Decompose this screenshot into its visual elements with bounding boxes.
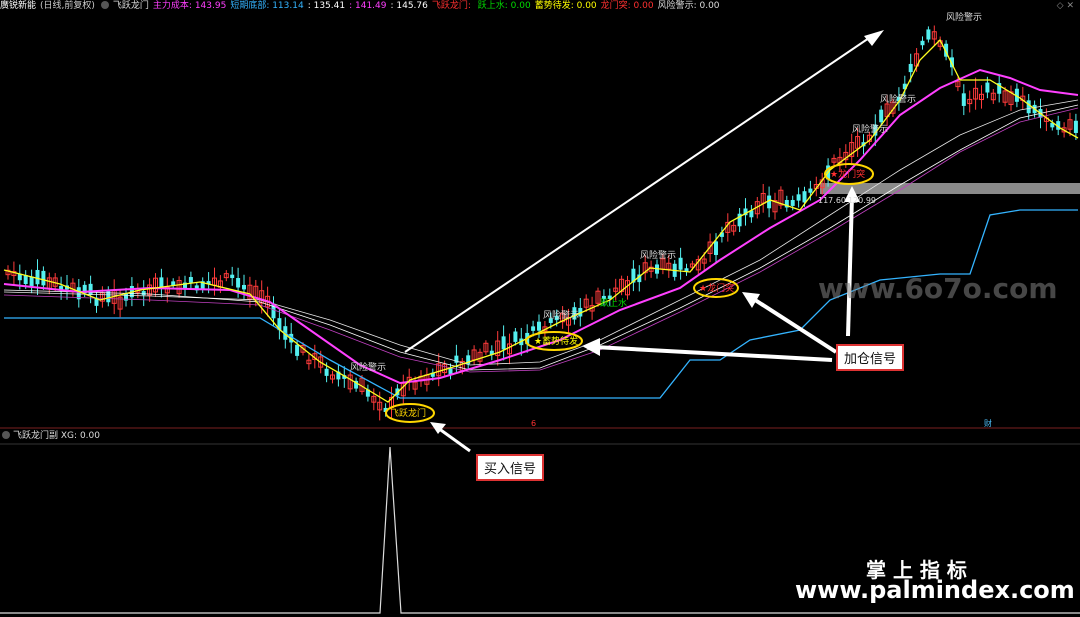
risk-label-4: 风险警示 (852, 123, 888, 135)
risk-label-2: 风险警示 (543, 309, 579, 321)
candle-body (808, 188, 813, 193)
candle-body (908, 63, 913, 73)
candle-body (1073, 120, 1078, 133)
candle-body (295, 344, 300, 356)
candle-body (230, 274, 235, 279)
watermark-site1: www.6o7o.com (818, 272, 1058, 305)
indicator-lines (3, 38, 1079, 403)
candle-body (537, 321, 541, 331)
candle-body (141, 291, 146, 296)
surge-label: ★蓄势待发 (534, 335, 578, 347)
highlight-band (820, 183, 1080, 194)
candle-body (29, 276, 34, 287)
candle-body (926, 29, 931, 40)
price-high-label: 120.99 (848, 196, 876, 205)
risk-label-6: 风险警示 (946, 11, 982, 23)
candle-body (802, 191, 807, 203)
risk-label-3: 风险警示 (640, 249, 676, 261)
candle-body (236, 278, 241, 288)
price-chart: 风险警示 风险警示 风险警示 风险警示 风险警示 风险警示 跃上水 ★蓄势待发 … (0, 11, 1080, 614)
candle-body (1026, 100, 1031, 114)
candle-body (714, 241, 718, 255)
leap-label: 飞跃龙门 (390, 407, 426, 419)
mark-6: 6 (531, 419, 536, 428)
candle-body (242, 284, 246, 290)
price-low-label: 117.60 (818, 196, 846, 205)
candle-body (188, 277, 193, 283)
trend-arrowhead (864, 30, 884, 46)
candle-body (501, 336, 506, 350)
risk-label-1: 风险警示 (350, 361, 386, 373)
candle-body (790, 200, 795, 206)
buy-signal-callout: 买入信号 (476, 454, 545, 481)
line-yellow-fast (3, 38, 1079, 403)
candle-body (796, 194, 801, 201)
watermark-site2: www.palmindex.com (795, 576, 1075, 604)
candle-body (88, 283, 93, 296)
candle-body (35, 269, 40, 285)
candle-body (513, 331, 518, 342)
candle-body (961, 93, 966, 106)
candle-body (920, 40, 925, 46)
jump-water-label: 跃上水 (600, 297, 627, 309)
candle-body (879, 109, 884, 123)
candle-body (41, 270, 46, 286)
candle-body (324, 368, 329, 376)
candle-body (985, 82, 990, 93)
risk-label-5: 风险警示 (880, 93, 916, 105)
add-signal-callout: 加仓信号 (836, 344, 905, 371)
dragon-gate-label-2: ★龙门突 (830, 168, 865, 180)
dragon-gate-label-1: ★龙门突 (699, 282, 734, 294)
candle-body (678, 257, 683, 270)
trend-arrow (404, 35, 873, 353)
candle-body (106, 290, 111, 303)
candle-body (531, 326, 536, 331)
mark-cai: 财 (984, 418, 992, 428)
